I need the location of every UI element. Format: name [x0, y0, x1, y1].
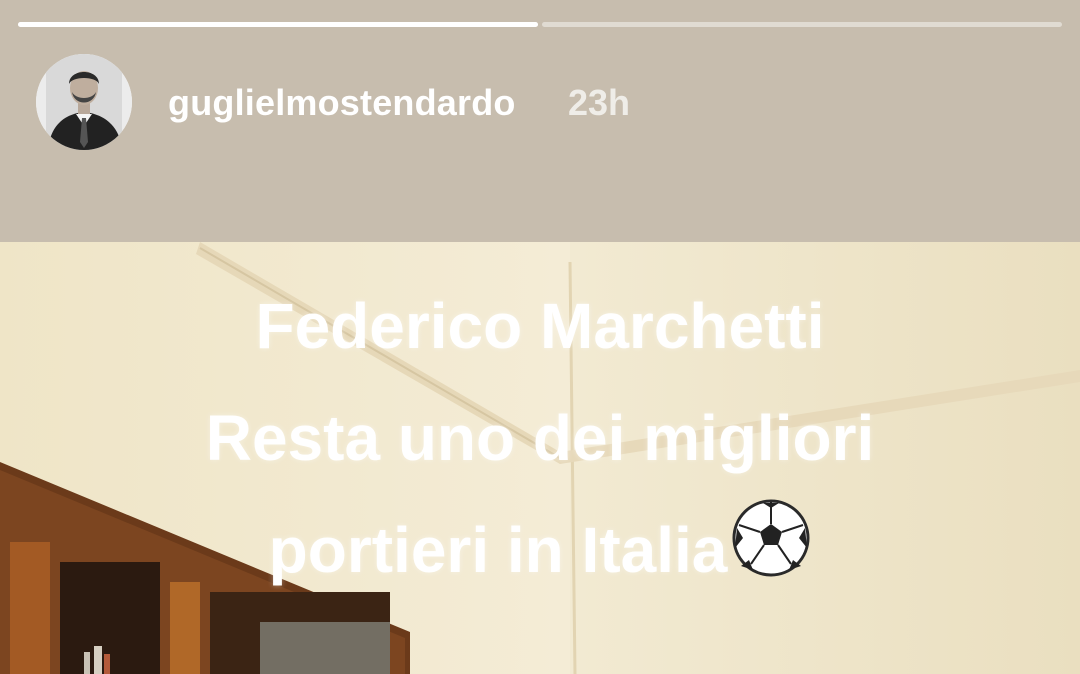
- username[interactable]: guglielmostendardo: [168, 82, 516, 124]
- progress-segment-1: [18, 22, 538, 27]
- story-progress-bar: [18, 22, 1062, 27]
- profile-photo-icon: [36, 54, 132, 150]
- progress-fill: [18, 22, 538, 27]
- story-image[interactable]: Federico Marchetti Resta uno dei miglior…: [0, 242, 1080, 674]
- caption-line-3-text: portieri in Italia: [268, 514, 728, 586]
- story-caption: Federico Marchetti Resta uno dei miglior…: [0, 270, 1080, 612]
- progress-segment-2: [542, 22, 1062, 27]
- avatar[interactable]: [36, 54, 132, 150]
- soccer-ball-icon: [731, 498, 811, 612]
- post-time: 23h: [568, 82, 631, 123]
- caption-line-3: portieri in Italia: [0, 494, 1080, 612]
- caption-line-2: Resta uno dei migliori: [205, 402, 875, 474]
- story-header: guglielmostendardo 23h: [0, 0, 1080, 242]
- caption-line-1: Federico Marchetti: [255, 290, 825, 362]
